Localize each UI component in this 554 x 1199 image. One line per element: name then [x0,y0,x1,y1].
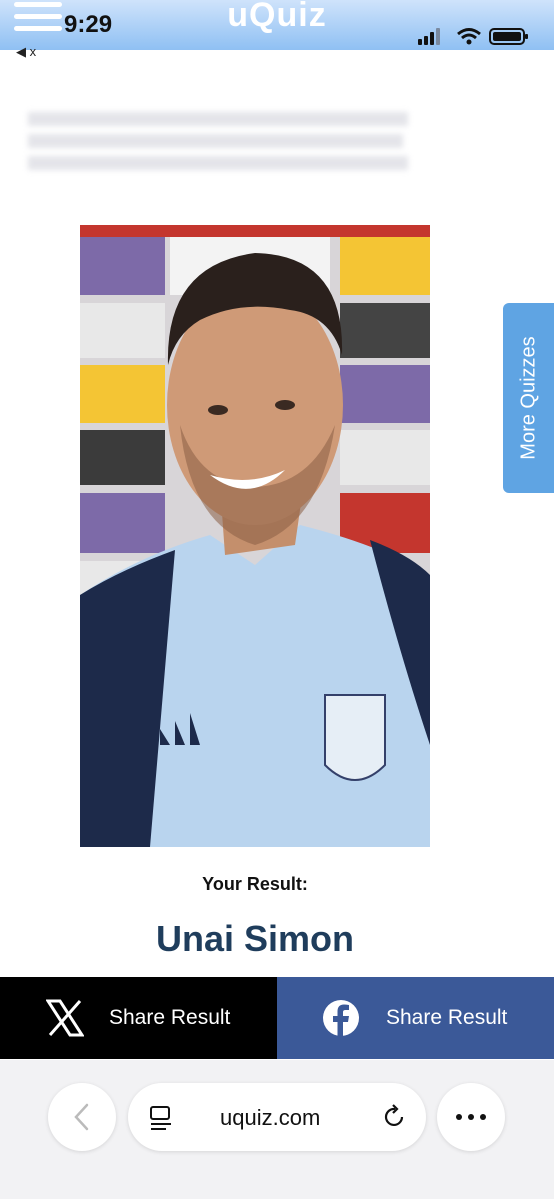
battery-icon [489,28,528,45]
blurred-quiz-text [28,108,408,188]
share-facebook-button[interactable]: Share Result [277,977,554,1059]
more-options-button[interactable] [437,1083,505,1151]
more-quizzes-tab[interactable]: More Quizzes [503,303,554,493]
share-x-button[interactable]: Share Result [0,977,277,1059]
result-name: Unai Simon [155,918,355,959]
signal-icon [418,28,440,45]
url-text: uquiz.com [220,1105,321,1130]
x-logo-icon [46,999,84,1037]
facebook-logo-icon [323,1000,359,1036]
address-bar[interactable]: uquiz.com [128,1083,426,1151]
chevron-left-icon [74,1103,89,1131]
share-x-label: Share Result [109,1006,231,1029]
wifi-icon [457,28,481,45]
share-facebook-label: Share Result [386,1006,508,1029]
ad-close-link[interactable]: ◀ x [16,44,36,60]
reload-icon[interactable] [380,1102,410,1132]
more-quizzes-label: More Quizzes [517,336,539,460]
ellipsis-icon [456,1114,486,1120]
result-photo [80,225,430,847]
top-header: 9:29 uQuiz [0,0,554,50]
status-icons [418,28,528,45]
back-button[interactable] [48,1083,116,1151]
result-label: Your Result: [202,874,308,894]
reader-mode-icon [150,1106,171,1130]
